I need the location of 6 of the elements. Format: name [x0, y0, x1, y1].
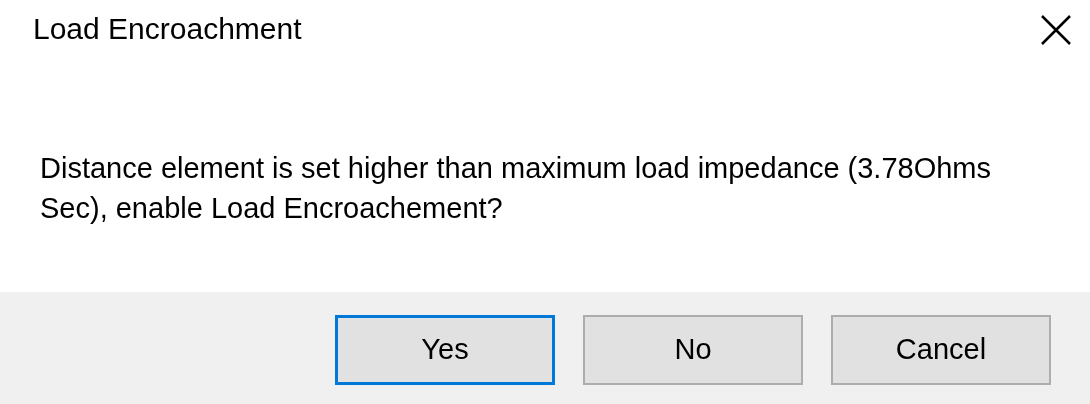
dialog-button[interactable]: No [583, 315, 803, 385]
message-text: Distance element is set higher than maximum load impedance (3.78Ohms Sec), enable Load Encroachement? [40, 151, 992, 226]
window-title: Load Encroachment [33, 11, 302, 47]
close-icon[interactable] [1040, 14, 1072, 46]
dialog-button[interactable]: Yes [335, 315, 555, 385]
dialog-button[interactable]: Cancel [831, 315, 1051, 385]
